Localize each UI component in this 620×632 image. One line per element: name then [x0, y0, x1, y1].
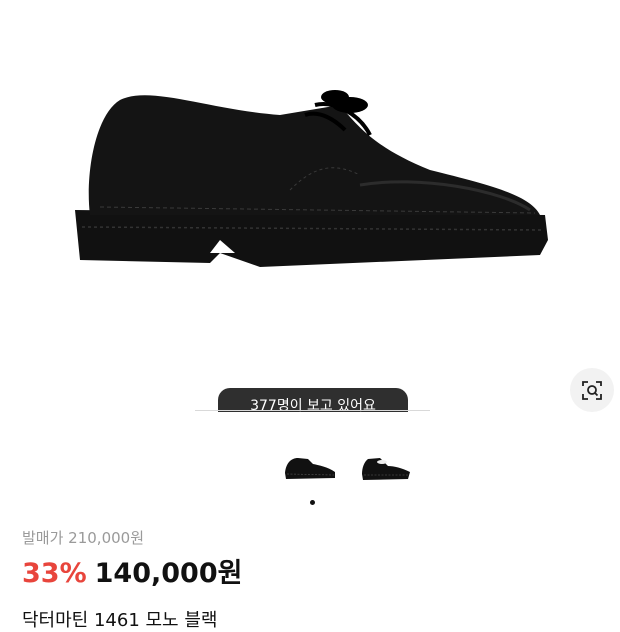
sale-price: 140,000원	[94, 558, 243, 589]
product-title: 닥터마틴 1461 모노 블랙	[22, 610, 218, 631]
thumbnail-2[interactable]	[355, 448, 415, 488]
thumbnail-1[interactable]	[280, 448, 340, 488]
discount-rate: 33%	[22, 558, 87, 589]
original-price: 발매가 210,000원	[22, 529, 144, 547]
price-row: 33% 140,000원	[22, 551, 243, 589]
lens-search-button[interactable]	[570, 368, 614, 412]
lens-search-icon	[582, 381, 602, 400]
carousel-indicator	[310, 500, 315, 505]
viewing-count-badge: 377명이 보고 있어요	[218, 388, 408, 412]
shoe-thumbnail-icon	[362, 458, 410, 480]
thumbnail-strip	[0, 448, 620, 488]
shoe-image	[75, 90, 548, 267]
product-hero-image[interactable]	[0, 0, 620, 410]
divider	[195, 410, 430, 411]
shoe-thumbnail-icon	[285, 458, 335, 479]
